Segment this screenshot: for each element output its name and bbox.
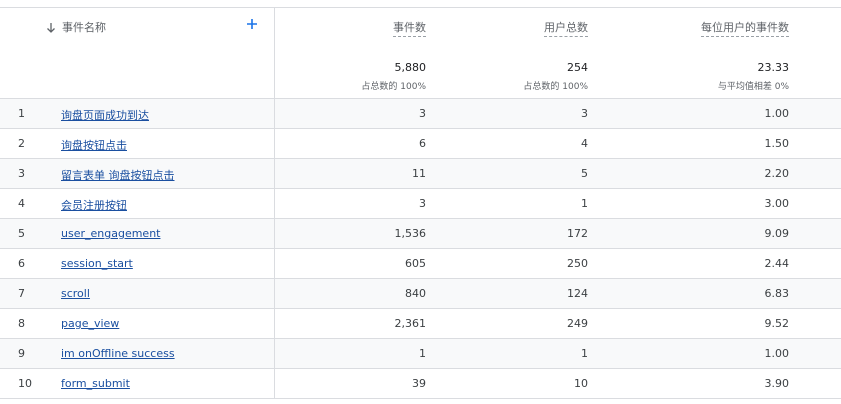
event-count: 840 xyxy=(405,287,426,300)
event-name-link[interactable]: 询盘按钮点击 xyxy=(61,137,127,153)
table-row: 7 scroll 840 124 6.83 xyxy=(0,279,841,309)
events-per-user: 6.83 xyxy=(764,287,790,300)
events-per-user: 9.52 xyxy=(764,317,790,330)
user-count: 124 xyxy=(567,287,588,300)
row-index: 8 xyxy=(18,317,25,330)
user-count: 249 xyxy=(567,317,588,330)
name-column-header: 事件名称 xyxy=(0,8,275,98)
events-per-user: 1.00 xyxy=(764,347,790,360)
row-index: 4 xyxy=(18,197,25,210)
events-per-user-diff: 与平均值相差 0% xyxy=(717,82,789,92)
event-name-link[interactable]: user_engagement xyxy=(61,227,160,240)
event-count: 1,536 xyxy=(394,227,427,240)
event-count: 2,361 xyxy=(394,317,427,330)
user-count: 1 xyxy=(581,197,588,210)
event-name-link[interactable]: 询盘页面成功到达 xyxy=(61,107,149,123)
event-count: 1 xyxy=(419,347,426,360)
user-count: 5 xyxy=(581,167,588,180)
table-row: 9 im onOffline success 1 1 1.00 xyxy=(0,339,841,369)
table-row: 1 询盘页面成功到达 3 3 1.00 xyxy=(0,99,841,129)
event-count: 3 xyxy=(419,197,426,210)
table-header: 事件名称 事件数 5,880 占总数的 100% 用户总数 254 占总数的 1… xyxy=(0,8,841,99)
events-per-user: 1.00 xyxy=(764,107,790,120)
table-row: 3 留言表单 询盘按钮点击 11 5 2.20 xyxy=(0,159,841,189)
events-per-user: 3.00 xyxy=(764,197,790,210)
table-row: 8 page_view 2,361 249 9.52 xyxy=(0,309,841,339)
table-row: 4 会员注册按钮 3 1 3.00 xyxy=(0,189,841,219)
event-name-link[interactable]: form_submit xyxy=(61,377,130,390)
row-index: 10 xyxy=(18,377,32,390)
user-count: 10 xyxy=(574,377,588,390)
table-row: 10 form_submit 39 10 3.90 xyxy=(0,369,841,399)
row-index: 9 xyxy=(18,347,25,360)
event-count: 11 xyxy=(412,167,426,180)
row-index: 7 xyxy=(18,287,25,300)
event-name-link[interactable]: 会员注册按钮 xyxy=(61,197,127,213)
event-count: 3 xyxy=(419,107,426,120)
users-total: 254 xyxy=(567,61,588,74)
events-per-user: 2.20 xyxy=(764,167,790,180)
row-index: 6 xyxy=(18,257,25,270)
events-total-percent: 占总数的 100% xyxy=(361,82,426,92)
users-column-header[interactable]: 用户总数 xyxy=(544,19,588,37)
event-name-link[interactable]: scroll xyxy=(61,287,90,300)
event-count: 39 xyxy=(412,377,426,390)
row-index: 5 xyxy=(18,227,25,240)
events-column-header[interactable]: 事件数 xyxy=(393,19,426,37)
events-per-user: 9.09 xyxy=(764,227,790,240)
events-per-user: 2.44 xyxy=(764,257,790,270)
row-index: 2 xyxy=(18,137,25,150)
user-count: 250 xyxy=(567,257,588,270)
events-total: 5,880 xyxy=(394,61,427,74)
events-per-user: 3.90 xyxy=(764,377,790,390)
events-per-user: 1.50 xyxy=(764,137,790,150)
arrow-down-icon[interactable] xyxy=(45,22,57,34)
table-body: 1 询盘页面成功到达 3 3 1.00 2 询盘按钮点击 6 4 1.50 3 … xyxy=(0,99,841,399)
table-row: 2 询盘按钮点击 6 4 1.50 xyxy=(0,129,841,159)
events-per-user-total: 23.33 xyxy=(757,61,790,74)
name-column-label[interactable]: 事件名称 xyxy=(62,19,106,35)
event-name-link[interactable]: 留言表单 询盘按钮点击 xyxy=(61,167,175,183)
row-index: 3 xyxy=(18,167,25,180)
events-per-user-column-header[interactable]: 每位用户的事件数 xyxy=(701,19,789,37)
event-count: 605 xyxy=(405,257,426,270)
event-name-link[interactable]: im onOffline success xyxy=(61,347,175,360)
event-count: 6 xyxy=(419,137,426,150)
plus-icon[interactable] xyxy=(246,18,258,30)
row-index: 1 xyxy=(18,107,25,120)
user-count: 3 xyxy=(581,107,588,120)
event-name-link[interactable]: session_start xyxy=(61,257,133,270)
table-row: 5 user_engagement 1,536 172 9.09 xyxy=(0,219,841,249)
user-count: 4 xyxy=(581,137,588,150)
table-row: 6 session_start 605 250 2.44 xyxy=(0,249,841,279)
user-count: 1 xyxy=(581,347,588,360)
users-total-percent: 占总数的 100% xyxy=(523,82,588,92)
user-count: 172 xyxy=(567,227,588,240)
event-name-link[interactable]: page_view xyxy=(61,317,119,330)
